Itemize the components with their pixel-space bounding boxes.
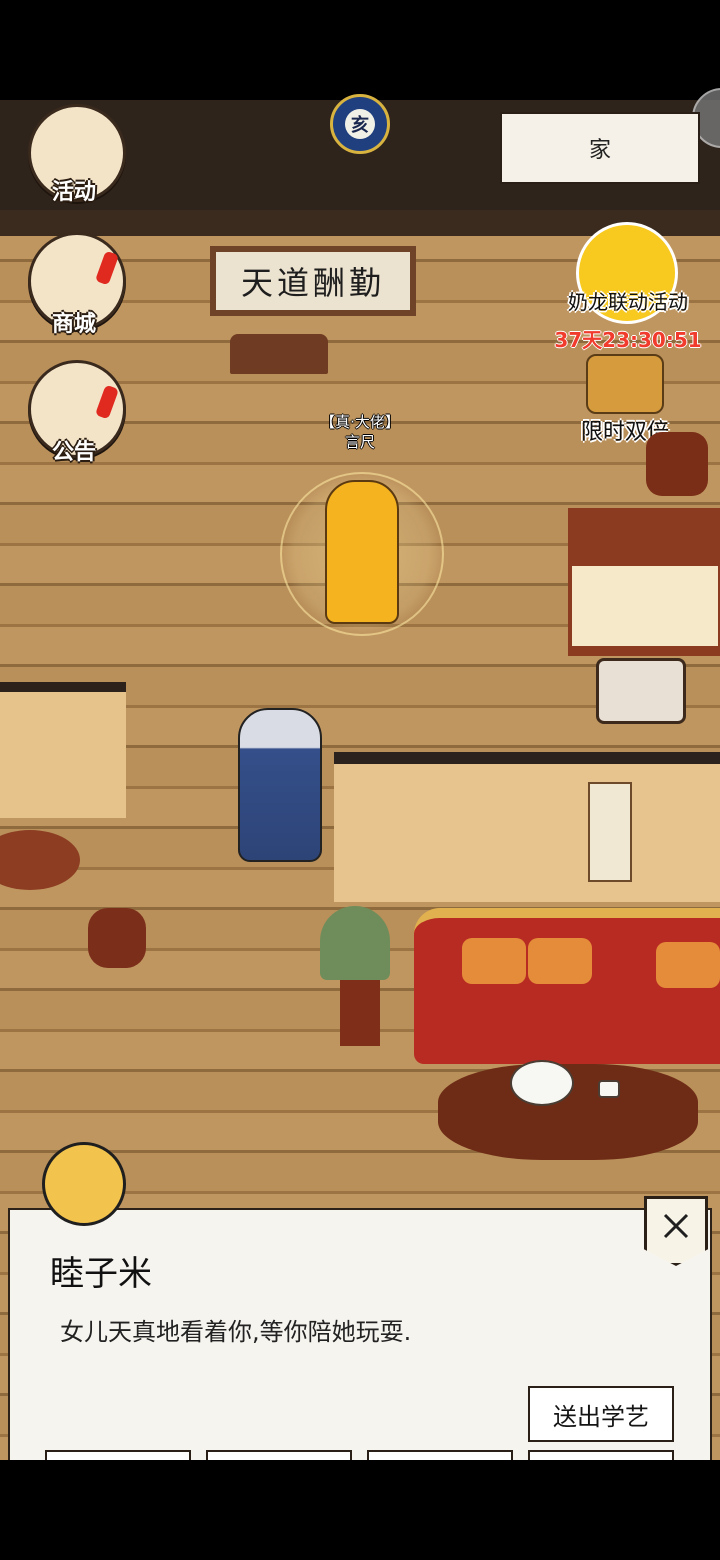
time-indicator: 亥 <box>330 94 390 154</box>
sofa-pillow <box>656 942 720 988</box>
npc-avatar[interactable] <box>42 1142 126 1226</box>
daughter-character[interactable] <box>238 708 322 862</box>
location-button[interactable]: 家 <box>500 112 700 184</box>
stool <box>88 908 146 968</box>
status-bar <box>0 0 720 100</box>
sofa-pillow <box>462 938 526 984</box>
player-label: 【真·大佬】 言尺 <box>310 412 410 452</box>
barrel <box>646 432 708 496</box>
bonsai-stand <box>340 980 380 1046</box>
bottom-nav-area <box>0 1460 720 1560</box>
shop-label[interactable]: 商城 <box>28 306 120 338</box>
send-apprentice-button[interactable]: 送出学艺 <box>528 1386 674 1442</box>
left-window <box>0 682 126 818</box>
npc-description: 女儿天真地看着你,等你陪她玩耍. <box>60 1318 412 1346</box>
activity-label[interactable]: 活动 <box>28 174 120 206</box>
treasure-chest-icon[interactable] <box>586 354 664 414</box>
motto-plaque: 天道酬勤 <box>210 246 416 316</box>
cabinet-panels <box>572 566 718 646</box>
player-name: 言尺 <box>344 433 375 451</box>
time-glyph: 亥 <box>345 109 375 139</box>
teapot <box>510 1060 574 1106</box>
sofa-pillow <box>528 938 592 984</box>
storage-box[interactable] <box>596 658 686 724</box>
npc-name: 睦子米 <box>50 1254 152 1294</box>
wall-scroll <box>588 782 632 882</box>
collab-event-timer: 37天23:30:51 <box>554 328 702 352</box>
teacup <box>598 1080 620 1098</box>
collab-event-title[interactable]: 奶龙联动活动 <box>548 286 708 315</box>
room-partition <box>334 752 720 902</box>
bonsai <box>320 906 390 980</box>
notice-label[interactable]: 公告 <box>28 434 120 466</box>
close-icon <box>663 1213 689 1239</box>
player-character[interactable] <box>325 480 399 624</box>
low-table <box>230 334 328 374</box>
player-title: 【真·大佬】 <box>320 413 400 431</box>
